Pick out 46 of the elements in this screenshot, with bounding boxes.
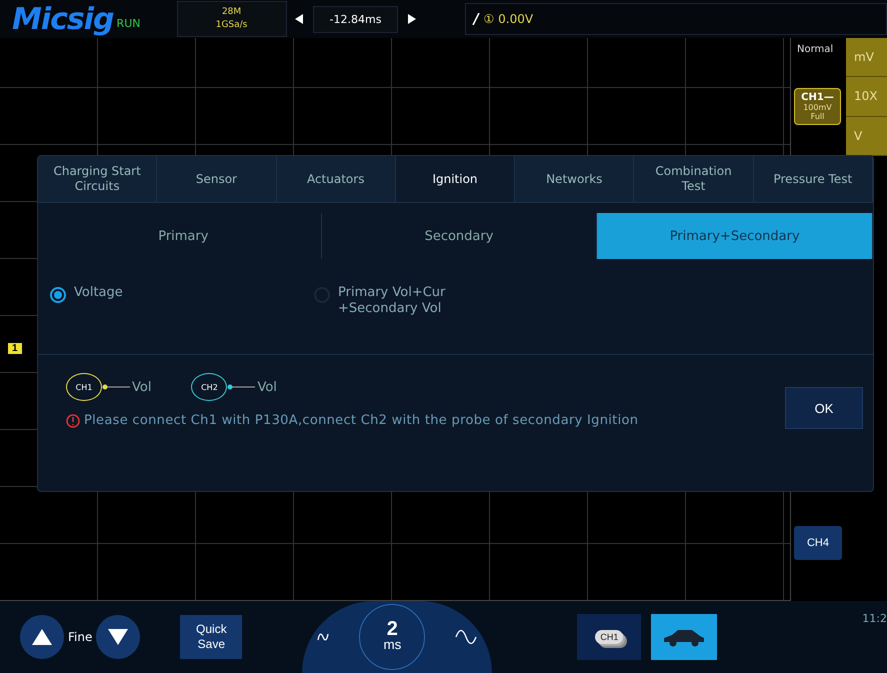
signal-label: Vol [257,380,277,394]
warning-icon [66,414,80,428]
fine-label: Fine [68,630,92,644]
channel-probe-icon: CH1 [66,373,102,401]
category-tab[interactable]: Actuators [276,156,396,202]
up-button[interactable] [20,615,64,659]
down-arrow-icon [108,629,128,645]
category-tab[interactable]: Networks [515,156,634,202]
time-offset: -12.84ms [312,6,398,32]
category-tab[interactable]: Sensor [157,156,277,202]
timebase-dial[interactable]: 2 ms [302,601,492,673]
car-icon [662,627,706,647]
ch4-button[interactable]: CH4 [794,526,842,560]
down-button[interactable] [96,615,140,659]
category-tab[interactable]: Pressure Test [754,156,873,202]
mode-tab[interactable]: Primary [46,213,322,259]
channel-marker: 1 [8,343,22,354]
run-status: RUN [116,16,142,30]
ch1-button[interactable]: CH1— 100mV Full [794,88,841,125]
left-arrow-icon[interactable] [294,14,303,24]
logo: Micsig [12,2,114,36]
acquisition-info: 28M 1GSa/s [176,1,287,37]
car-button[interactable] [651,614,718,660]
option-label: Voltage [74,285,124,301]
category-tab[interactable]: Ignition [396,156,516,202]
quick-save-button[interactable]: Quick Save [180,615,242,659]
probe-wire-icon [227,384,256,390]
channel-probe-icon: CH2 [191,373,228,401]
category-tab[interactable]: Charging Start Circuits [38,156,158,202]
rising-edge-icon [472,13,480,25]
ok-button[interactable]: OK [785,387,863,429]
timebase-button[interactable]: 2 ms [359,604,426,670]
trigger-field[interactable]: ① 0.00V [464,3,887,35]
sine-wave-icon[interactable] [455,628,478,646]
option-label: Primary Vol+Cur +Secondary Vol [338,285,446,317]
up-arrow-icon [32,629,52,645]
probe-wire-icon [102,384,130,390]
instruction-message: Please connect Ch1 with P130A,connect Ch2 with the probe of secondary Ignition [84,413,638,428]
clock: 11:2 [862,612,887,625]
channel-stack-button[interactable]: CH1 [577,614,642,660]
signal-label: Vol [132,380,152,394]
category-tab[interactable]: Combination Test [634,156,754,202]
right-arrow-icon[interactable] [408,14,416,24]
radio-button[interactable] [50,287,66,303]
trigger-mode: Normal [797,44,834,55]
mode-tab[interactable]: Primary+Secondary [597,213,874,259]
